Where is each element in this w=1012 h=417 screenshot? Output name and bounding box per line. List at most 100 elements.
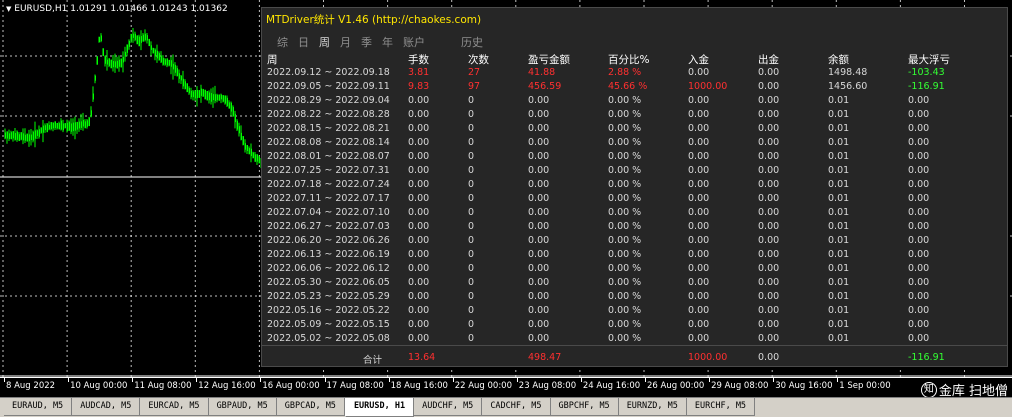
table-cell: 2022.08.15 ~ 2022.08.21 xyxy=(267,123,390,134)
table-cell: 0.00 % xyxy=(608,305,642,316)
table-cell: 0.00 % xyxy=(608,249,642,260)
table-cell: 0 xyxy=(468,179,475,190)
candle-body xyxy=(130,34,132,41)
panel-tab[interactable]: 月 xyxy=(339,34,352,50)
time-tick-mark xyxy=(645,378,646,382)
panel-tab[interactable]: 综 xyxy=(276,34,289,50)
candle-body xyxy=(224,95,226,104)
table-cell: 2022.06.20 ~ 2022.06.26 xyxy=(267,235,390,246)
chart-symbol-info: EURUSD,H1 1.01291 1.01466 1.01243 1.0136… xyxy=(14,4,228,14)
candle-body xyxy=(8,133,10,140)
symbol-tab[interactable]: CADCHF, M5 xyxy=(482,398,551,416)
candle-body xyxy=(222,95,224,102)
table-cell: 1498.48 xyxy=(828,67,868,78)
candle-body xyxy=(190,90,192,98)
total-profit: 498.47 xyxy=(528,352,562,363)
symbol-tab[interactable]: EURAUD, M5 xyxy=(4,398,73,416)
candle-body xyxy=(208,92,210,101)
candle-body xyxy=(32,131,34,141)
symbol-tab[interactable]: GBPCAD, M5 xyxy=(276,398,345,416)
table-cell: 0.00 % xyxy=(608,165,642,176)
table-cell: 0.00 xyxy=(408,151,430,162)
column-header: 盈亏金额 xyxy=(528,54,570,66)
table-cell: 0 xyxy=(468,221,475,232)
candle-body xyxy=(212,94,214,101)
candle-body xyxy=(14,133,16,140)
candle-body xyxy=(180,75,182,81)
time-tick-mark xyxy=(388,378,390,382)
table-cell: 0 xyxy=(468,193,475,204)
candle-body xyxy=(48,124,50,130)
candle-body xyxy=(240,132,242,140)
candle-body xyxy=(250,148,252,157)
table-cell: 0.00 xyxy=(908,249,930,260)
table-cell: 0.01 xyxy=(828,193,850,204)
time-tick-label: 30 Aug 16:00 xyxy=(775,381,833,391)
candle-body xyxy=(230,102,232,112)
candle-body xyxy=(196,90,198,99)
panel-tab[interactable]: 季 xyxy=(360,34,373,50)
table-cell: 0.00 xyxy=(688,193,710,204)
panel-tab[interactable]: 历史 xyxy=(460,34,484,50)
column-header: 最大浮亏 xyxy=(908,54,950,66)
table-cell: 0.00 xyxy=(908,207,930,218)
candle-body xyxy=(198,90,200,98)
panel-tab[interactable]: 年 xyxy=(381,34,394,50)
time-axis: 知 金库 扫地僧 8 Aug 2022 10 Aug 00:00 11 Aug 08… xyxy=(0,377,1012,399)
candle-body xyxy=(194,90,196,99)
table-cell: 0.00 xyxy=(758,81,780,92)
panel-tab-bar: 综日周月季年账户 历史 xyxy=(276,34,492,50)
table-cell: 0.00 xyxy=(908,95,930,106)
table-cell: 0.00 xyxy=(758,137,780,148)
table-cell: 0.00 xyxy=(758,151,780,162)
column-header: 次数 xyxy=(468,54,489,66)
table-cell: 0.00 xyxy=(528,193,550,204)
time-tick-label: 26 Aug 00:00 xyxy=(647,381,705,391)
table-cell: 0 xyxy=(468,123,475,134)
table-cell: 0.00 xyxy=(528,291,550,302)
table-cell: 0.00 % xyxy=(608,137,642,148)
table-cell: 0 xyxy=(468,207,475,218)
candle-body xyxy=(248,148,250,155)
table-cell: 0.00 xyxy=(758,291,780,302)
table-cell: 0.00 xyxy=(528,95,550,106)
price-chart[interactable]: ▼ EURUSD,H1 1.01291 1.01466 1.01243 1.01… xyxy=(0,0,1012,377)
candle-body xyxy=(246,144,248,152)
symbol-tab[interactable]: EURUSD, H1 xyxy=(344,398,415,417)
table-cell: 0 xyxy=(468,109,475,120)
table-cell: 2022.05.23 ~ 2022.05.29 xyxy=(267,291,390,302)
symbol-tab[interactable]: GBPCHF, M5 xyxy=(550,398,619,416)
panel-tab[interactable]: 日 xyxy=(297,34,310,50)
table-cell: 0.00 % xyxy=(608,263,642,274)
symbol-tab[interactable]: GBPAUD, M5 xyxy=(208,398,277,416)
table-cell: 0.00 xyxy=(758,95,780,106)
panel-tab[interactable]: 账户 xyxy=(402,34,426,50)
table-cell: 3.81 xyxy=(408,67,430,78)
panel-tab[interactable]: 周 xyxy=(318,34,331,50)
table-cell: 0.00 xyxy=(528,305,550,316)
symbol-tab[interactable]: AUDCAD, M5 xyxy=(72,398,141,416)
symbol-tab[interactable]: EURNZD, M5 xyxy=(618,398,687,416)
table-cell: 0.00 xyxy=(528,207,550,218)
candle-body xyxy=(234,113,236,123)
candle-body xyxy=(60,120,62,130)
table-cell: 0.00 xyxy=(908,193,930,204)
table-cell: 0.00 xyxy=(908,109,930,120)
candle-body xyxy=(184,81,186,90)
table-cell: 0.00 % xyxy=(608,151,642,162)
table-cell: 2022.08.29 ~ 2022.09.04 xyxy=(267,95,390,106)
table-cell: 0.01 xyxy=(828,179,850,190)
dropdown-arrow-icon[interactable]: ▼ xyxy=(6,5,11,13)
candle-body xyxy=(146,35,148,41)
symbol-tab[interactable]: EURCHF, M5 xyxy=(686,398,756,416)
symbol-tab[interactable]: AUDCHF, M5 xyxy=(414,398,483,416)
candle-body xyxy=(244,143,246,150)
candle-body xyxy=(100,35,102,42)
table-cell: 2022.06.06 ~ 2022.06.12 xyxy=(267,263,390,274)
table-cell: 0.01 xyxy=(828,123,850,134)
candle-body xyxy=(174,64,176,73)
time-tick-label: 16 Aug 00:00 xyxy=(262,381,320,391)
candle-body xyxy=(228,102,230,109)
candle-body xyxy=(188,87,190,94)
symbol-tab[interactable]: EURCAD, M5 xyxy=(140,398,209,416)
